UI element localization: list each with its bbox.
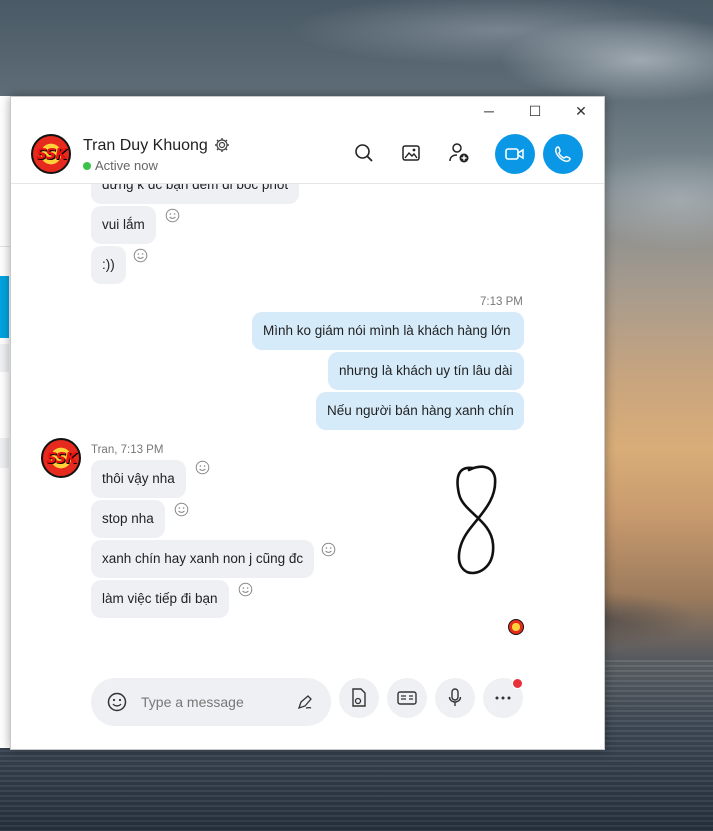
close-button[interactable]: ✕ xyxy=(558,97,604,125)
send-contact-button[interactable] xyxy=(387,678,427,718)
voice-message-button[interactable] xyxy=(435,678,475,718)
chat-window: ─ ☐ ✕ SSK Tran Duy Khuong Active now đừn… xyxy=(10,96,605,750)
gallery-icon[interactable] xyxy=(398,140,424,166)
presence-status: Active now xyxy=(83,158,158,173)
microphone-icon xyxy=(448,688,462,706)
gear-icon[interactable] xyxy=(214,137,230,153)
message-bubble[interactable]: thôi vậy nha xyxy=(91,460,186,498)
title-bar: ─ ☐ ✕ xyxy=(11,97,604,125)
audio-call-button[interactable] xyxy=(543,134,583,174)
reaction-smiley-icon[interactable] xyxy=(174,502,189,517)
avatar[interactable]: SSK xyxy=(31,134,71,174)
message-bubble[interactable]: đừng k dc bạn đem đi bóc phốt xyxy=(91,184,300,204)
add-person-icon[interactable] xyxy=(446,140,472,166)
emoji-icon[interactable] xyxy=(107,692,127,712)
online-dot xyxy=(83,161,91,170)
video-call-button[interactable] xyxy=(495,134,535,174)
avatar-logo: SSK xyxy=(46,449,77,467)
contact-name[interactable]: Tran Duy Khuong xyxy=(83,137,208,155)
message-bubble[interactable]: Nếu người bán hàng xanh chín xyxy=(316,392,524,430)
message-bubble[interactable]: nhưng là khách uy tín lâu dài xyxy=(328,352,524,390)
message-sender-timestamp: Tran, 7:13 PM xyxy=(91,444,164,456)
reaction-smiley-icon[interactable] xyxy=(165,208,180,223)
message-bubble[interactable]: Mình ko giám nói mình là khách hàng lớn xyxy=(252,312,524,350)
minimize-button[interactable]: ─ xyxy=(466,97,512,125)
message-timestamp: 7:13 PM xyxy=(480,296,523,308)
reaction-smiley-icon[interactable] xyxy=(238,582,253,597)
pen-icon[interactable] xyxy=(296,693,314,711)
contact-card-icon xyxy=(397,691,417,705)
reaction-smiley-icon[interactable] xyxy=(195,460,210,475)
read-receipt-avatar xyxy=(508,619,524,635)
reaction-smiley-icon[interactable] xyxy=(133,248,148,263)
message-bubble[interactable]: stop nha xyxy=(91,500,165,538)
video-call-icon xyxy=(505,148,524,160)
notification-dot xyxy=(512,678,523,689)
status-text: Active now xyxy=(95,158,158,173)
background-window-accent xyxy=(0,276,9,338)
more-icon xyxy=(495,696,511,700)
background-row xyxy=(0,344,9,372)
conversation-header: SSK Tran Duy Khuong Active now xyxy=(11,125,604,184)
message-bubble[interactable]: làm việc tiếp đi bạn xyxy=(91,580,229,618)
message-input[interactable]: Type a message xyxy=(91,678,331,726)
hand-drawn-scribble xyxy=(456,465,497,575)
audio-call-icon xyxy=(554,146,571,163)
maximize-button[interactable]: ☐ xyxy=(512,97,558,125)
message-bubble[interactable]: vui lắm xyxy=(91,206,156,244)
search-icon[interactable] xyxy=(351,140,377,166)
reaction-smiley-icon[interactable] xyxy=(321,542,336,557)
message-bubble[interactable]: :)) xyxy=(91,246,126,284)
message-list: đừng k dc bạn đem đi bóc phốt vui lắm :)… xyxy=(11,184,604,664)
message-placeholder: Type a message xyxy=(141,694,244,710)
message-bubble[interactable]: xanh chín hay xanh non j cũng đc xyxy=(91,540,315,578)
avatar[interactable]: SSK xyxy=(41,438,81,478)
message-composer: Type a message xyxy=(11,664,604,749)
file-icon xyxy=(352,688,366,707)
more-options-button[interactable] xyxy=(483,678,523,718)
avatar-logo: SSK xyxy=(36,145,67,163)
background-row xyxy=(0,438,9,468)
send-file-button[interactable] xyxy=(339,678,379,718)
